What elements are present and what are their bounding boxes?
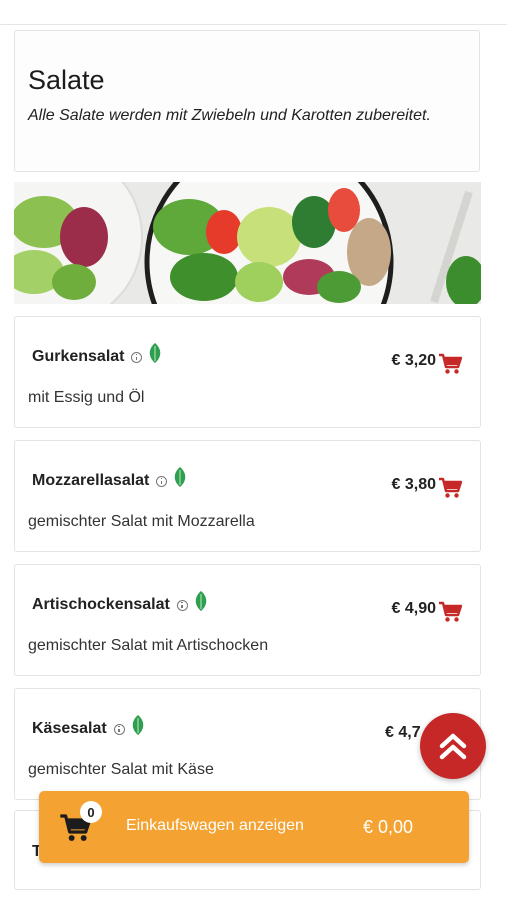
item-price: € 3,20: [391, 352, 436, 369]
cart-count-badge: 0: [80, 801, 102, 823]
item-price: € 4,90: [391, 600, 436, 617]
menu-page: Salate Alle Salate werden mit Zwiebeln u…: [0, 0, 507, 900]
leaf-icon: [175, 467, 186, 487]
category-banner-image: [14, 182, 481, 304]
category-description: Alle Salate werden mit Zwiebeln und Karo…: [28, 107, 431, 124]
item-name: Käsesalat: [32, 720, 107, 737]
info-icon[interactable]: [156, 475, 168, 487]
item-description: gemischter Salat mit Käse: [28, 761, 214, 778]
item-price: € 3,80: [391, 476, 436, 493]
info-icon[interactable]: [113, 723, 125, 735]
item-description: gemischter Salat mit Mozzarella: [28, 513, 255, 530]
cart-icon[interactable]: [438, 353, 462, 375]
view-cart-button[interactable]: 0 Einkaufswagen anzeigen € 0,00: [39, 791, 469, 863]
item-price: € 4,7: [385, 724, 421, 741]
category-header: Salate Alle Salate werden mit Zwiebeln u…: [14, 30, 480, 172]
top-bar: [0, 0, 507, 25]
info-icon[interactable]: [176, 599, 188, 611]
info-icon[interactable]: [131, 351, 143, 363]
leaf-icon: [195, 591, 207, 611]
item-description: gemischter Salat mit Artischocken: [28, 637, 269, 654]
cart-icon[interactable]: [438, 477, 462, 499]
scroll-to-top-button[interactable]: [420, 713, 486, 779]
cart-label: Einkaufswagen anzeigen: [126, 817, 304, 834]
cart-total: € 0,00: [363, 817, 414, 837]
item-name: Mozzarellasalat: [32, 472, 150, 489]
category-title: Salate: [28, 65, 105, 95]
item-name: Gurkensalat: [32, 348, 125, 365]
item-description: mit Essig und Öl: [28, 389, 145, 406]
cart-icon[interactable]: [438, 601, 462, 623]
leaf-icon: [150, 343, 161, 363]
menu-item[interactable]: Käsesalat gemischter Salat mit Käse € 4,…: [14, 688, 481, 800]
menu-item[interactable]: Mozzarellasalat gemischter Salat mit Moz…: [14, 440, 481, 552]
item-name: Artischockensalat: [32, 596, 170, 613]
leaf-icon: [132, 715, 143, 735]
double-chevron-up-icon: [439, 733, 467, 760]
menu-item[interactable]: Gurkensalat mit Essig und Öl € 3,20: [14, 316, 481, 428]
menu-item[interactable]: Artischockensalat gemischter Salat mit A…: [14, 564, 481, 676]
